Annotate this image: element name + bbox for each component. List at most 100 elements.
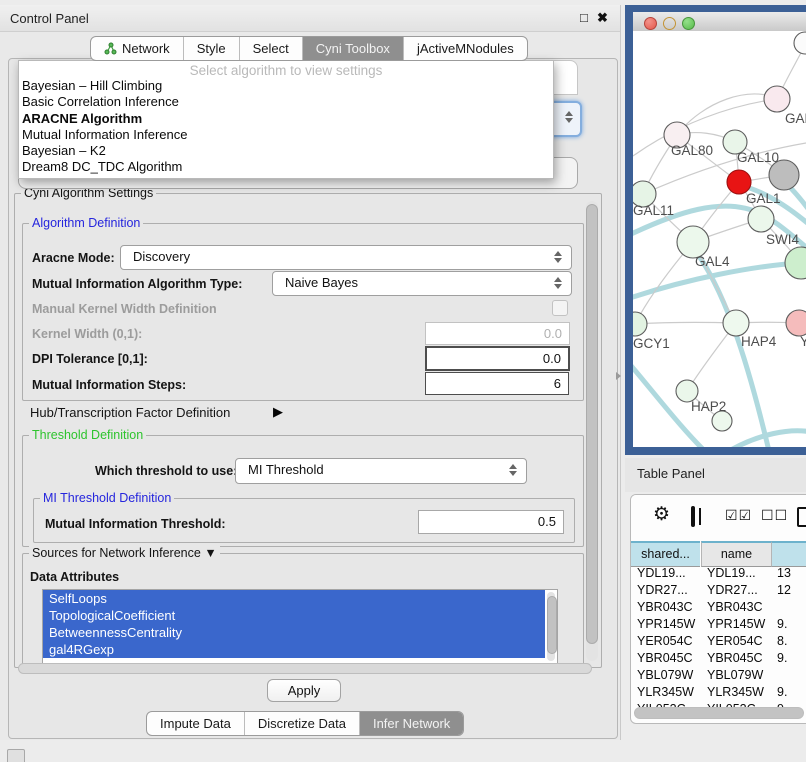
node-label: SWI4 (766, 232, 799, 247)
aracne-mode-value: Discovery (133, 249, 190, 264)
node-label: HAP4 (741, 334, 776, 349)
window-zoom-traffic-icon[interactable] (682, 17, 695, 30)
settings-vertical-scroll-thumb[interactable] (586, 204, 598, 644)
sources-collapse-arrow-icon: ▼ (204, 546, 216, 560)
tab-impute-data[interactable]: Impute Data (147, 712, 244, 735)
dropdown-item[interactable]: Mutual Information Inference (19, 127, 553, 143)
close-icon[interactable]: ✖ (597, 10, 608, 26)
attribute-list-scroll-thumb[interactable] (547, 596, 557, 654)
control-panel-tabbar: Network Style Select Cyni Toolbox jActiv… (90, 36, 528, 61)
dropdown-item[interactable]: Basic Correlation Inference (19, 94, 553, 110)
algorithm-definition-title: Algorithm Definition (29, 216, 143, 230)
tab-cyni-toolbox[interactable]: Cyni Toolbox (302, 37, 403, 60)
screen: Control Panel □ ✖ Network Style Se (0, 0, 806, 762)
combo-stepper-icon (565, 111, 574, 123)
apply-button[interactable]: Apply (267, 679, 341, 702)
settings-vertical-scrollbar[interactable] (586, 201, 598, 661)
node-label: GAL4 (695, 254, 730, 269)
control-panel-title: Control Panel (10, 11, 89, 26)
collapsed-panel-button[interactable] (7, 749, 25, 762)
data-attributes-list[interactable]: SelfLoops TopologicalCoefficient Between… (42, 589, 558, 664)
table-panel-strip: Table Panel (625, 458, 806, 492)
dpi-tolerance-field[interactable]: 0.0 (425, 346, 570, 371)
table-horizontal-scrollbar[interactable] (634, 707, 804, 719)
mi-threshold-field[interactable]: 0.5 (418, 510, 564, 534)
hub-section-label[interactable]: Hub/Transcription Factor Definition (30, 405, 230, 420)
dropdown-item[interactable]: Bayesian – K2 (19, 143, 553, 159)
tab-jactivemnodules-label: jActiveMNodules (417, 37, 514, 60)
tab-infer-network-label: Infer Network (373, 712, 450, 735)
column-header-shared[interactable]: shared... (631, 541, 700, 567)
which-threshold-label: Which threshold to use: (95, 464, 237, 478)
node-label: GAL (785, 111, 806, 126)
kernel-width-field[interactable]: 0.0 (425, 322, 570, 345)
bottom-tabbar: Impute Data Discretize Data Infer Networ… (146, 711, 464, 736)
node-label: HAP2 (691, 399, 726, 414)
mi-steps-field[interactable]: 6 (425, 372, 569, 395)
tab-infer-network[interactable]: Infer Network (359, 712, 463, 735)
tab-select[interactable]: Select (239, 37, 302, 60)
deselect-all-columns-icon[interactable]: ☐☐ (761, 507, 788, 524)
settings-horizontal-scrollbar[interactable] (18, 663, 592, 674)
table-panel-card: ⚙ ☑☑ ☐☐ shared... name YDL19... YDL19...… (630, 494, 806, 724)
manual-kernel-checkbox[interactable] (552, 300, 568, 316)
node-label: Y (800, 334, 806, 349)
sources-group-title[interactable]: Sources for Network Inference ▼ (29, 546, 220, 560)
control-panel-titlebar[interactable]: Control Panel □ ✖ (0, 5, 620, 32)
tab-jactivemnodules[interactable]: jActiveMNodules (403, 37, 527, 60)
column-header-partial[interactable] (771, 541, 806, 567)
float-window-icon[interactable]: □ (580, 10, 588, 25)
dropdown-item[interactable]: Bayesian – Hill Climbing (19, 78, 553, 94)
combo-stepper-icon (554, 277, 563, 289)
mi-threshold-label: Mutual Information Threshold: (45, 517, 226, 531)
algorithm-dropdown-popup: Select algorithm to view settings Bayesi… (18, 60, 554, 179)
tab-style[interactable]: Style (183, 37, 239, 60)
panel-splitter-handle[interactable] (616, 372, 621, 380)
dropdown-item-aracne[interactable]: ARACNE Algorithm (19, 111, 553, 127)
mi-type-label: Mutual Information Algorithm Type: (32, 277, 242, 291)
which-threshold-value: MI Threshold (248, 462, 324, 477)
combo-stepper-icon (509, 464, 518, 476)
which-threshold-combo[interactable]: MI Threshold (235, 458, 527, 484)
node-label: GAL10 (737, 150, 779, 165)
attribute-item-selected[interactable]: TopologicalCoefficient (43, 607, 545, 624)
network-canvas[interactable]: GAL GAL80 GAL10 GAL1 GAL11 SWI4 GAL4 GCY… (633, 31, 806, 447)
data-attributes-label: Data Attributes (30, 570, 119, 584)
table-panel-title: Table Panel (637, 466, 705, 481)
tab-discretize-data-label: Discretize Data (258, 712, 346, 735)
tab-discretize-data[interactable]: Discretize Data (244, 712, 359, 735)
manual-kernel-label: Manual Kernel Width Definition (32, 302, 217, 316)
two-column-layout-icon[interactable] (691, 506, 695, 527)
control-panel-window: Control Panel □ ✖ Network Style Se (0, 5, 621, 740)
tab-network-label: Network (122, 37, 170, 60)
aracne-mode-combo[interactable]: Discovery (120, 245, 572, 270)
node-label: GCY1 (633, 336, 670, 351)
tab-select-label: Select (253, 37, 289, 60)
network-window-titlebar[interactable] (633, 12, 806, 32)
mi-threshold-definition-title: MI Threshold Definition (40, 491, 174, 505)
mi-type-combo[interactable]: Naive Bayes (272, 271, 572, 296)
table-options-gear-icon[interactable]: ⚙ (653, 503, 670, 526)
tab-cyni-toolbox-label: Cyni Toolbox (316, 37, 390, 60)
node-label: GAL1 (746, 191, 781, 206)
window-minimize-traffic-icon[interactable] (663, 17, 676, 30)
window-close-traffic-icon[interactable] (644, 17, 657, 30)
table-toolbar: ⚙ ☑☑ ☐☐ (631, 495, 806, 541)
tab-network[interactable]: Network (91, 37, 183, 60)
kernel-width-label: Kernel Width (0,1): (32, 327, 142, 341)
attribute-item-selected[interactable]: gal4RGexp (43, 641, 545, 658)
dropdown-placeholder: Select algorithm to view settings (19, 61, 553, 78)
node-label: GAL80 (671, 143, 713, 158)
select-all-columns-icon[interactable]: ☑☑ (725, 507, 752, 524)
attribute-item-selected[interactable]: SelfLoops (43, 590, 545, 607)
attribute-list-scrollbar[interactable] (547, 592, 555, 661)
hub-expand-arrow-icon[interactable]: ▶ (273, 404, 283, 420)
node-label: GAL11 (633, 203, 674, 218)
column-header-name[interactable]: name (701, 541, 771, 567)
function-builder-icon[interactable] (797, 507, 806, 527)
network-tab-icon (104, 42, 117, 55)
combo-stepper-icon (554, 251, 563, 263)
tab-impute-data-label: Impute Data (160, 712, 231, 735)
attribute-item-selected[interactable]: BetweennessCentrality (43, 624, 545, 641)
dropdown-item[interactable]: Dream8 DC_TDC Algorithm (19, 159, 553, 175)
